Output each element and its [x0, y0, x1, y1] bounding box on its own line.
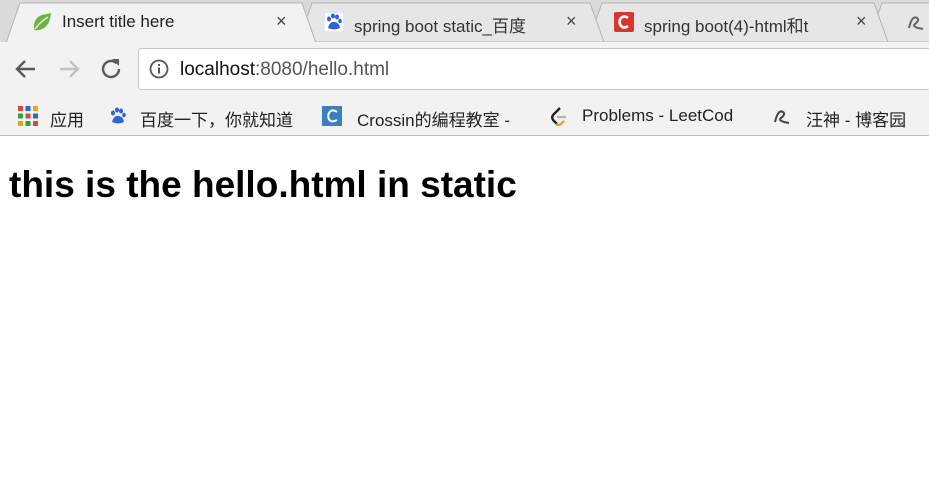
back-arrow-icon[interactable]: [12, 55, 40, 83]
tab-strip: spring boot(4)-html和t × spring boot stat…: [0, 0, 929, 42]
csdn-c-icon: [614, 12, 634, 32]
bookmark-label: Problems - LeetCod: [582, 106, 734, 125]
info-icon[interactable]: [149, 59, 169, 79]
crossin-c-icon: [322, 106, 342, 126]
baidu-paw-icon: [111, 107, 126, 124]
close-tab-icon[interactable]: ×: [856, 11, 867, 31]
bookmark-label: Crossin的编程教室 -: [357, 111, 511, 130]
spring-leaf-icon: [33, 13, 51, 31]
tab-spring-boot-4[interactable]: spring boot(4)-html和t ×: [588, 2, 888, 42]
tab-title: spring boot static_百度: [354, 17, 526, 36]
close-tab-icon[interactable]: ×: [566, 11, 577, 31]
tab-title: Insert title here: [62, 12, 175, 31]
page-viewport: this is the hello.html in static: [0, 136, 929, 479]
cnblogs-icon: [908, 16, 924, 30]
cnblogs-icon: [774, 110, 790, 124]
close-tab-icon[interactable]: ×: [276, 11, 287, 31]
bookmark-label: 应用: [50, 111, 84, 130]
page-heading: this is the hello.html in static: [9, 164, 517, 205]
reload-icon[interactable]: [97, 55, 125, 83]
tab-baidu-search[interactable]: spring boot static_百度 ×: [298, 2, 604, 42]
url-host: localhost: [180, 59, 255, 80]
bookmarks-bar: 应用 百度一下，你就知道 Crossin的编程教室 - Problems - L…: [0, 98, 929, 136]
url-path: :8080/hello.html: [255, 59, 390, 80]
baidu-paw-icon: [324, 12, 344, 32]
url-text[interactable]: localhost:8080/hello.html: [180, 59, 389, 81]
browser-toolbar: localhost:8080/hello.html: [0, 42, 929, 98]
address-bar[interactable]: localhost:8080/hello.html: [138, 48, 929, 90]
bookmark-label: 百度一下，你就知道: [140, 111, 293, 130]
tab-insert-title[interactable]: Insert title here ×: [6, 2, 316, 42]
bookmark-label: 汪神 - 博客园: [806, 111, 907, 130]
tab-title: spring boot(4)-html和t: [644, 17, 809, 36]
forward-arrow-icon[interactable]: [55, 55, 83, 83]
apps-grid-icon: [18, 106, 38, 126]
leetcode-icon: [551, 107, 566, 126]
